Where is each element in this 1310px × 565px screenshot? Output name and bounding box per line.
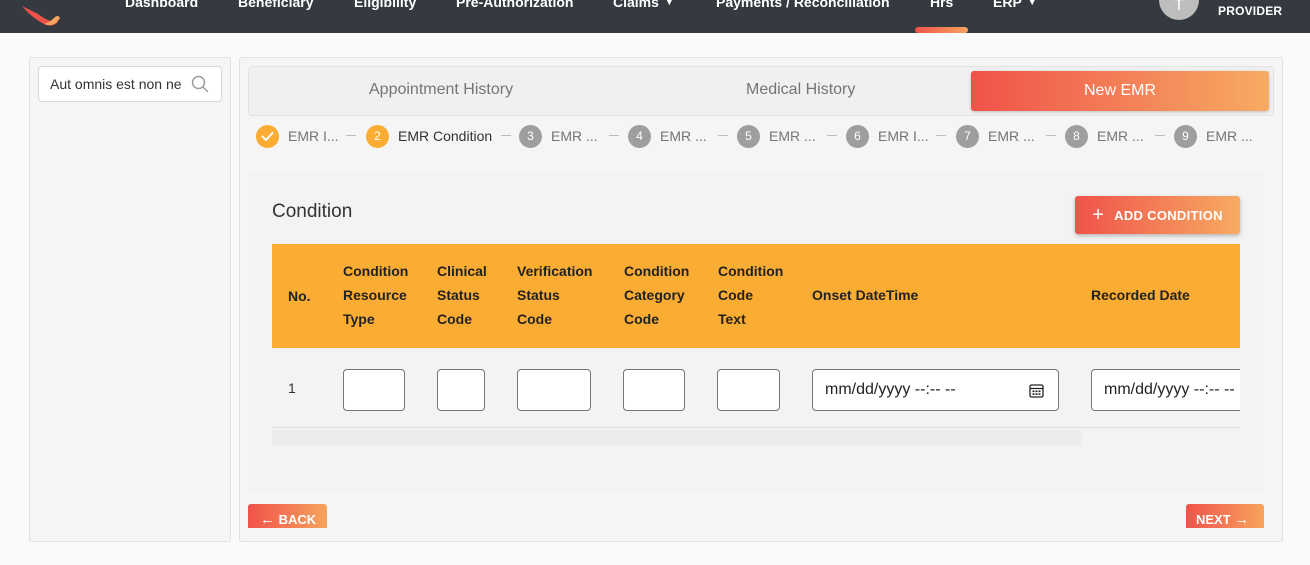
step-2[interactable]: 2 EMR Condition [366, 124, 492, 148]
step-9[interactable]: 9 EMR ... [1174, 124, 1253, 148]
table-scrollbar[interactable] [272, 430, 1082, 446]
step-number: 3 [519, 124, 542, 148]
onset-datetime-input[interactable]: mm/dd/yyyy --:-- -- [812, 369, 1059, 411]
nav-hrs[interactable]: Hrs [930, 0, 953, 10]
nav-claims[interactable]: Claims ▼ [613, 0, 674, 10]
column-header-condition-code-text: Condition Code Text [718, 263, 784, 327]
column-header-recorded-date: Recorded Date [1091, 287, 1190, 303]
search-input[interactable] [50, 76, 184, 92]
recorded-date-input[interactable]: mm/dd/yyyy --:-- -- [1091, 369, 1240, 411]
step-6[interactable]: 6 EMR I... [846, 124, 929, 148]
search-box [38, 66, 222, 102]
avatar[interactable]: T [1159, 0, 1199, 20]
check-icon [256, 124, 279, 148]
step-label: EMR ... [1206, 128, 1253, 144]
table-header: No. Condition Resource Type Clinical Status… [272, 244, 1240, 348]
nav-erp[interactable]: ERP ▼ [993, 0, 1037, 10]
column-header-no: No. [288, 288, 311, 304]
step-3[interactable]: 3 EMR ... [519, 124, 598, 148]
step-number: 6 [846, 124, 869, 148]
verification-status-code-input[interactable] [517, 369, 591, 411]
arrow-right-icon: → [1234, 511, 1250, 528]
left-panel [29, 57, 231, 542]
step-label: EMR I... [288, 128, 339, 144]
top-navbar: Dashboard Beneficiary Eligibility Pre-Au… [0, 0, 1310, 33]
step-5[interactable]: 5 EMR ... [737, 124, 816, 148]
next-button[interactable]: NEXT → [1186, 504, 1264, 528]
step-label: EMR ... [551, 128, 598, 144]
brand-logo-icon[interactable] [18, 0, 62, 28]
condition-category-code-input[interactable] [623, 369, 685, 411]
step-separator [346, 135, 356, 136]
step-1[interactable]: EMR I... [256, 124, 339, 148]
step-label: EMR ... [769, 128, 816, 144]
column-header-verification-status-code: Verification Status Code [517, 263, 593, 327]
step-number: 2 [366, 124, 389, 148]
step-number: 8 [1065, 124, 1088, 148]
nav-pre-authorization[interactable]: Pre-Authorization [456, 0, 573, 10]
condition-resource-type-input[interactable] [343, 369, 405, 411]
back-label: BACK [278, 512, 317, 527]
chevron-down-icon: ▼ [664, 0, 674, 7]
step-number: 4 [628, 124, 651, 148]
step-4[interactable]: 4 EMR ... [628, 124, 707, 148]
step-label: EMR ... [988, 128, 1035, 144]
step-number: 9 [1174, 124, 1197, 148]
step-8[interactable]: 8 EMR ... [1065, 124, 1144, 148]
table-row: 1 mm/dd/yyyy --:-- -- mm/dd/yyyy --:-- -… [272, 348, 1240, 428]
step-label: EMR ... [1097, 128, 1144, 144]
column-header-condition-resource-type: Condition Resource Type [343, 263, 409, 327]
step-separator [827, 135, 837, 136]
step-number: 5 [737, 124, 760, 148]
column-header-condition-category-code: Condition Category Code [624, 263, 690, 327]
chevron-down-icon: ▼ [1027, 0, 1037, 7]
step-label: EMR ... [660, 128, 707, 144]
step-7[interactable]: 7 EMR ... [956, 124, 1035, 148]
user-role-label: PROVIDER [1218, 4, 1283, 18]
step-separator [1046, 135, 1056, 136]
tab-medical-history[interactable]: Medical History [746, 81, 855, 99]
condition-code-text-input[interactable] [717, 369, 780, 411]
row-number: 1 [288, 380, 296, 396]
search-icon[interactable] [191, 75, 209, 93]
nav-beneficiary[interactable]: Beneficiary [238, 0, 313, 10]
nav-payments-reconciliation[interactable]: Payments / Reconciliation [716, 0, 890, 10]
step-separator [718, 135, 728, 136]
step-separator [501, 135, 511, 136]
section-title: Condition [272, 201, 353, 222]
calendar-icon[interactable] [1029, 383, 1044, 398]
column-header-clinical-status-code: Clinical Status Code [437, 263, 487, 327]
nav-eligibility[interactable]: Eligibility [354, 0, 416, 10]
column-header-onset-datetime: Onset DateTime [812, 287, 919, 303]
arrow-left-icon: ← [260, 511, 275, 528]
nav-dashboard[interactable]: Dashboard [125, 0, 198, 10]
condition-table: No. Condition Resource Type Clinical Status… [272, 244, 1240, 429]
back-button[interactable]: ← BACK [248, 504, 327, 528]
nav-active-indicator [915, 27, 968, 33]
add-condition-label: ADD CONDITION [1114, 207, 1223, 223]
tab-appointment-history[interactable]: Appointment History [369, 81, 513, 99]
next-label: NEXT [1196, 512, 1231, 527]
step-separator [936, 135, 946, 136]
plus-icon: + [1092, 204, 1105, 226]
tab-new-emr[interactable]: New EMR [971, 71, 1269, 111]
step-number: 7 [956, 124, 979, 148]
clinical-status-code-input[interactable] [437, 369, 485, 411]
add-condition-button[interactable]: + ADD CONDITION [1075, 196, 1240, 234]
step-label: EMR I... [878, 128, 929, 144]
step-separator [1155, 135, 1165, 136]
step-label: EMR Condition [398, 128, 493, 144]
step-separator [609, 135, 619, 136]
